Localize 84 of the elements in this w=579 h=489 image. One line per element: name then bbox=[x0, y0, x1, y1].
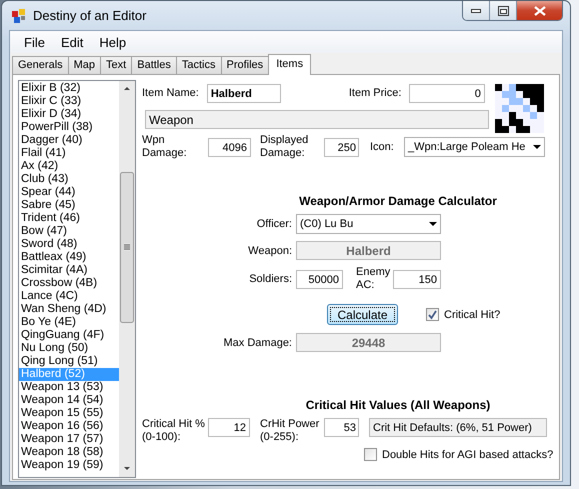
weapon-field: Halberd bbox=[296, 241, 441, 260]
soldiers-field[interactable]: 50000 bbox=[296, 270, 343, 288]
wpn-damage-label: Wpn Damage: bbox=[142, 134, 188, 160]
list-item[interactable]: Weapon 13 (53) bbox=[19, 381, 119, 394]
list-item[interactable]: Flail (41) bbox=[19, 147, 119, 160]
menu-item[interactable]: File bbox=[16, 34, 53, 50]
item-price-field[interactable]: 0 bbox=[408, 84, 485, 103]
close-button[interactable] bbox=[517, 1, 562, 20]
tab[interactable]: Generals bbox=[12, 56, 69, 74]
list-item[interactable]: PowerPill (38) bbox=[19, 121, 119, 134]
icon-label: Icon: bbox=[370, 141, 395, 153]
list-item[interactable]: Crossbow (4B) bbox=[19, 277, 119, 290]
list-item[interactable]: Wan Sheng (4D) bbox=[19, 303, 119, 316]
menu-item[interactable]: Help bbox=[91, 34, 134, 50]
double-hits-label: Double Hits for AGI based attacks? bbox=[382, 448, 554, 460]
tab[interactable]: Battles bbox=[131, 56, 177, 74]
tab[interactable]: Items bbox=[268, 54, 312, 75]
item-price-label: Item Price: bbox=[348, 87, 402, 99]
list-item[interactable]: Ax (42) bbox=[19, 160, 119, 173]
item-name-field[interactable]: Halberd bbox=[206, 84, 281, 103]
list-item[interactable]: Dagger (40) bbox=[19, 134, 119, 147]
list-item[interactable]: Weapon 17 (57) bbox=[19, 433, 119, 446]
wpn-damage-field[interactable]: 4096 bbox=[208, 138, 251, 156]
list-item[interactable]: Nu Long (50) bbox=[19, 342, 119, 355]
crhit-power-field[interactable]: 53 bbox=[324, 418, 359, 437]
enemy-ac-label: Enemy AC: bbox=[356, 266, 392, 292]
list-item[interactable]: Elixir D (34) bbox=[19, 108, 119, 121]
list-item[interactable]: Weapon 19 (59) bbox=[19, 459, 119, 472]
list-item[interactable]: Elixir C (33) bbox=[19, 95, 119, 108]
caret-icon bbox=[533, 145, 541, 149]
list-item[interactable]: Bo Ye (4E) bbox=[19, 316, 119, 329]
displayed-damage-field[interactable]: 250 bbox=[324, 138, 359, 156]
displayed-damage-label: Displayed Damage: bbox=[260, 134, 310, 160]
minimize-button[interactable] bbox=[463, 1, 490, 20]
close-icon bbox=[534, 6, 546, 16]
list-item[interactable]: Elixir B (32) bbox=[19, 82, 119, 95]
scrollbar-drawing[interactable] bbox=[119, 81, 135, 477]
list-item[interactable]: Bow (47) bbox=[19, 225, 119, 238]
crhit-power-label: CrHit Power (0-255): bbox=[260, 418, 320, 444]
checkbox[interactable] bbox=[364, 448, 377, 461]
item-name-label: Item Name: bbox=[142, 87, 199, 99]
list-item[interactable]: QingGuang (4F) bbox=[19, 329, 119, 342]
officer-label: Officer: bbox=[256, 218, 293, 230]
item-sprite-icon bbox=[494, 84, 544, 133]
critical-hit-heading: Critical Hit Values (All Weapons) bbox=[304, 398, 492, 412]
max-damage-field: 29448 bbox=[296, 333, 441, 352]
tab[interactable]: Text bbox=[100, 56, 132, 74]
critical-hit-label: Critical Hit? bbox=[444, 308, 500, 320]
soldiers-label: Soldiers: bbox=[248, 273, 293, 285]
crit-defaults-field: Crit Hit Defaults: (6%, 51 Power) bbox=[369, 418, 547, 437]
calculator-heading: Weapon/Armor Damage Calculator bbox=[298, 194, 498, 208]
tab[interactable]: Map bbox=[68, 56, 102, 74]
max-damage-label: Max Damage: bbox=[222, 336, 293, 348]
critical-hit-percent-label: Critical Hit % (0-100): bbox=[142, 418, 206, 444]
tab[interactable]: Tactics bbox=[176, 56, 222, 74]
list-item[interactable]: Spear (44) bbox=[19, 186, 119, 199]
list-item[interactable]: Sabre (45) bbox=[19, 199, 119, 212]
list-item[interactable]: Scimitar (4A) bbox=[19, 264, 119, 277]
critical-hit-percent-field[interactable]: 12 bbox=[208, 418, 250, 437]
app-icon bbox=[11, 8, 27, 24]
item-type-field: Weapon bbox=[145, 110, 489, 128]
list-item[interactable]: Sword (48) bbox=[19, 238, 119, 251]
menu-item[interactable]: Edit bbox=[52, 34, 92, 50]
list-item[interactable]: Weapon 14 (54) bbox=[19, 394, 119, 407]
enemy-ac-field[interactable]: 150 bbox=[393, 270, 441, 288]
maximize-icon bbox=[498, 6, 508, 16]
list-item[interactable]: Qing Long (51) bbox=[19, 355, 119, 368]
tab[interactable]: Profiles bbox=[220, 56, 270, 74]
list-item[interactable]: Battleax (49) bbox=[19, 251, 119, 264]
window-title: Destiny of an Editor bbox=[33, 8, 146, 23]
minimize-icon bbox=[471, 8, 481, 12]
list-item[interactable]: Weapon 15 (55) bbox=[19, 407, 119, 420]
caret-icon bbox=[429, 222, 437, 226]
weapon-label: Weapon: bbox=[247, 244, 293, 256]
icon-dropdown[interactable]: _Wpn:Large Poleam He bbox=[404, 137, 545, 157]
list-item[interactable]: Weapon 18 (58) bbox=[19, 446, 119, 459]
list-item[interactable]: Trident (46) bbox=[19, 212, 119, 225]
officer-dropdown[interactable]: (C0) Lu Bu bbox=[296, 214, 441, 234]
list-item[interactable]: Weapon 16 (56) bbox=[19, 420, 119, 433]
checkbox[interactable] bbox=[426, 308, 439, 321]
maximize-button[interactable] bbox=[490, 1, 517, 20]
list-item[interactable]: Club (43) bbox=[19, 173, 119, 186]
calculate-button[interactable]: Calculate bbox=[327, 304, 398, 325]
list-item[interactable]: Lance (4C) bbox=[19, 290, 119, 303]
